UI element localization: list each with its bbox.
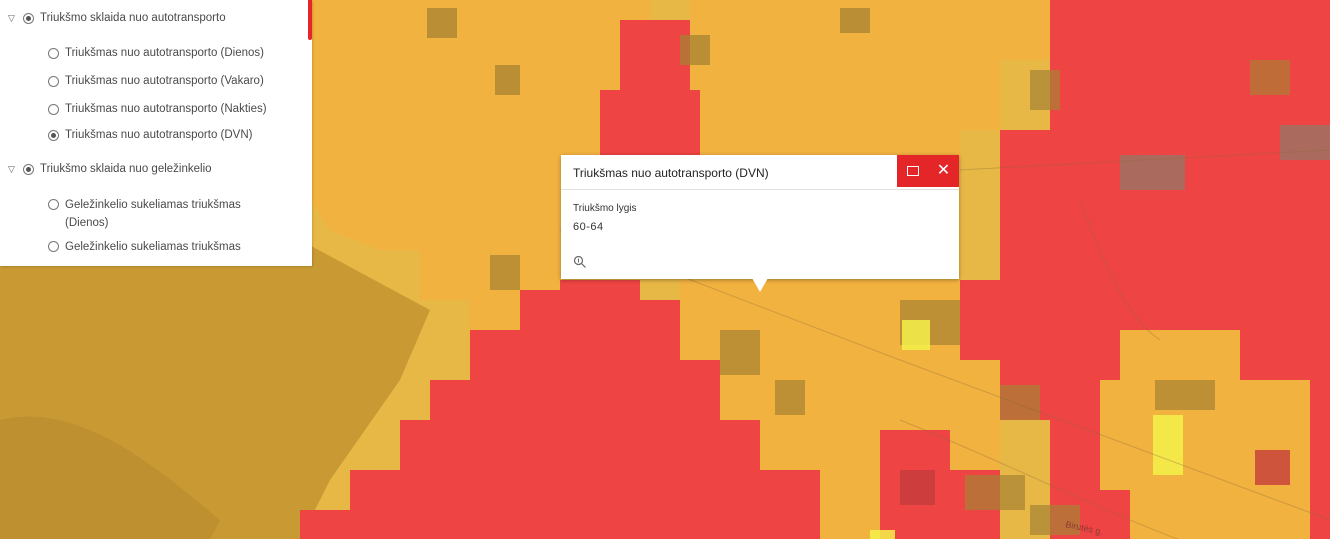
field-value: 60-64 bbox=[573, 221, 604, 233]
radio-icon[interactable] bbox=[48, 241, 59, 252]
building-block bbox=[840, 8, 870, 33]
layer-item-dvn[interactable]: Triukšmas nuo autotransporto (DVN) bbox=[48, 127, 252, 143]
noise-cell-yellow bbox=[1153, 415, 1183, 475]
layer-item-label: Triukšmas nuo autotransporto (Vakaro) bbox=[65, 75, 264, 87]
layer-item-nakties[interactable]: Triukšmas nuo autotransporto (Nakties) bbox=[48, 101, 267, 117]
layer-group-label: Triukšmo sklaida nuo geležinkelio bbox=[40, 163, 212, 175]
radio-icon[interactable] bbox=[48, 48, 59, 59]
layer-list-panel: ▽ Triukšmo sklaida nuo autotransporto Tr… bbox=[0, 0, 312, 266]
building-block bbox=[427, 8, 457, 38]
map-bottom-edge bbox=[0, 539, 1330, 543]
layer-item-label: Triukšmas nuo autotransporto (Nakties) bbox=[65, 103, 267, 115]
layer-item-label: Geležinkelio sukeliamas triukšmas (Dieno… bbox=[65, 199, 241, 229]
maximize-icon[interactable] bbox=[897, 155, 928, 187]
building-block bbox=[775, 380, 805, 415]
layer-group-autotransport[interactable]: ▽ Triukšmo sklaida nuo autotransporto bbox=[8, 10, 226, 26]
building-block bbox=[1120, 155, 1185, 190]
layer-group-label: Triukšmo sklaida nuo autotransporto bbox=[40, 12, 226, 24]
radio-icon[interactable] bbox=[48, 76, 59, 87]
close-icon[interactable]: ✕ bbox=[928, 155, 959, 187]
layer-item-vakaro[interactable]: Triukšmas nuo autotransporto (Vakaro) bbox=[48, 73, 264, 89]
building-block bbox=[490, 255, 520, 290]
radio-checked-icon[interactable] bbox=[48, 130, 59, 141]
popup-header: Triukšmas nuo autotransporto (DVN) ✕ bbox=[561, 155, 959, 190]
caret-down-icon[interactable]: ▽ bbox=[8, 10, 20, 26]
caret-down-icon[interactable]: ▽ bbox=[8, 161, 20, 177]
layer-group-gelezinkelis[interactable]: ▽ Triukšmo sklaida nuo geležinkelio bbox=[8, 161, 212, 177]
building-block bbox=[1280, 125, 1330, 160]
popup-title: Triukšmas nuo autotransporto (DVN) bbox=[573, 166, 769, 180]
feature-popup: Triukšmas nuo autotransporto (DVN) ✕ Tri… bbox=[561, 155, 959, 279]
zoom-to-icon[interactable] bbox=[573, 255, 587, 269]
popup-pointer bbox=[752, 278, 768, 292]
building-block bbox=[680, 35, 710, 65]
layer-item-gelezinkelis-dienos[interactable]: Geležinkelio sukeliamas triukšmas (Dieno… bbox=[48, 196, 255, 232]
building-block bbox=[1030, 70, 1060, 110]
building-block bbox=[720, 330, 760, 375]
building-block bbox=[1155, 380, 1215, 410]
layer-item-label: Triukšmas nuo autotransporto (DVN) bbox=[65, 129, 253, 141]
layer-item-label: Geležinkelio sukeliamas triukšmas bbox=[65, 241, 241, 253]
building-block bbox=[495, 65, 520, 95]
radio-checked-icon[interactable] bbox=[23, 13, 34, 24]
field-label: Triukšmo lygis bbox=[573, 203, 637, 214]
noise-cell-yellow bbox=[902, 320, 930, 350]
radio-checked-icon[interactable] bbox=[23, 164, 34, 175]
building-block bbox=[965, 475, 1025, 510]
radio-icon[interactable] bbox=[48, 199, 59, 210]
building-block bbox=[1250, 60, 1290, 95]
panel-scroll-accent[interactable] bbox=[308, 0, 312, 40]
layer-item-gelezinkelis-2[interactable]: Geležinkelio sukeliamas triukšmas bbox=[48, 238, 255, 256]
building-block bbox=[1255, 450, 1290, 485]
layer-item-dienos[interactable]: Triukšmas nuo autotransporto (Dienos) bbox=[48, 45, 264, 61]
radio-icon[interactable] bbox=[48, 104, 59, 115]
building-block bbox=[900, 470, 935, 505]
popup-buttons: ✕ bbox=[897, 155, 959, 187]
building-block bbox=[1000, 385, 1040, 420]
layer-item-label: Triukšmas nuo autotransporto (Dienos) bbox=[65, 47, 264, 59]
